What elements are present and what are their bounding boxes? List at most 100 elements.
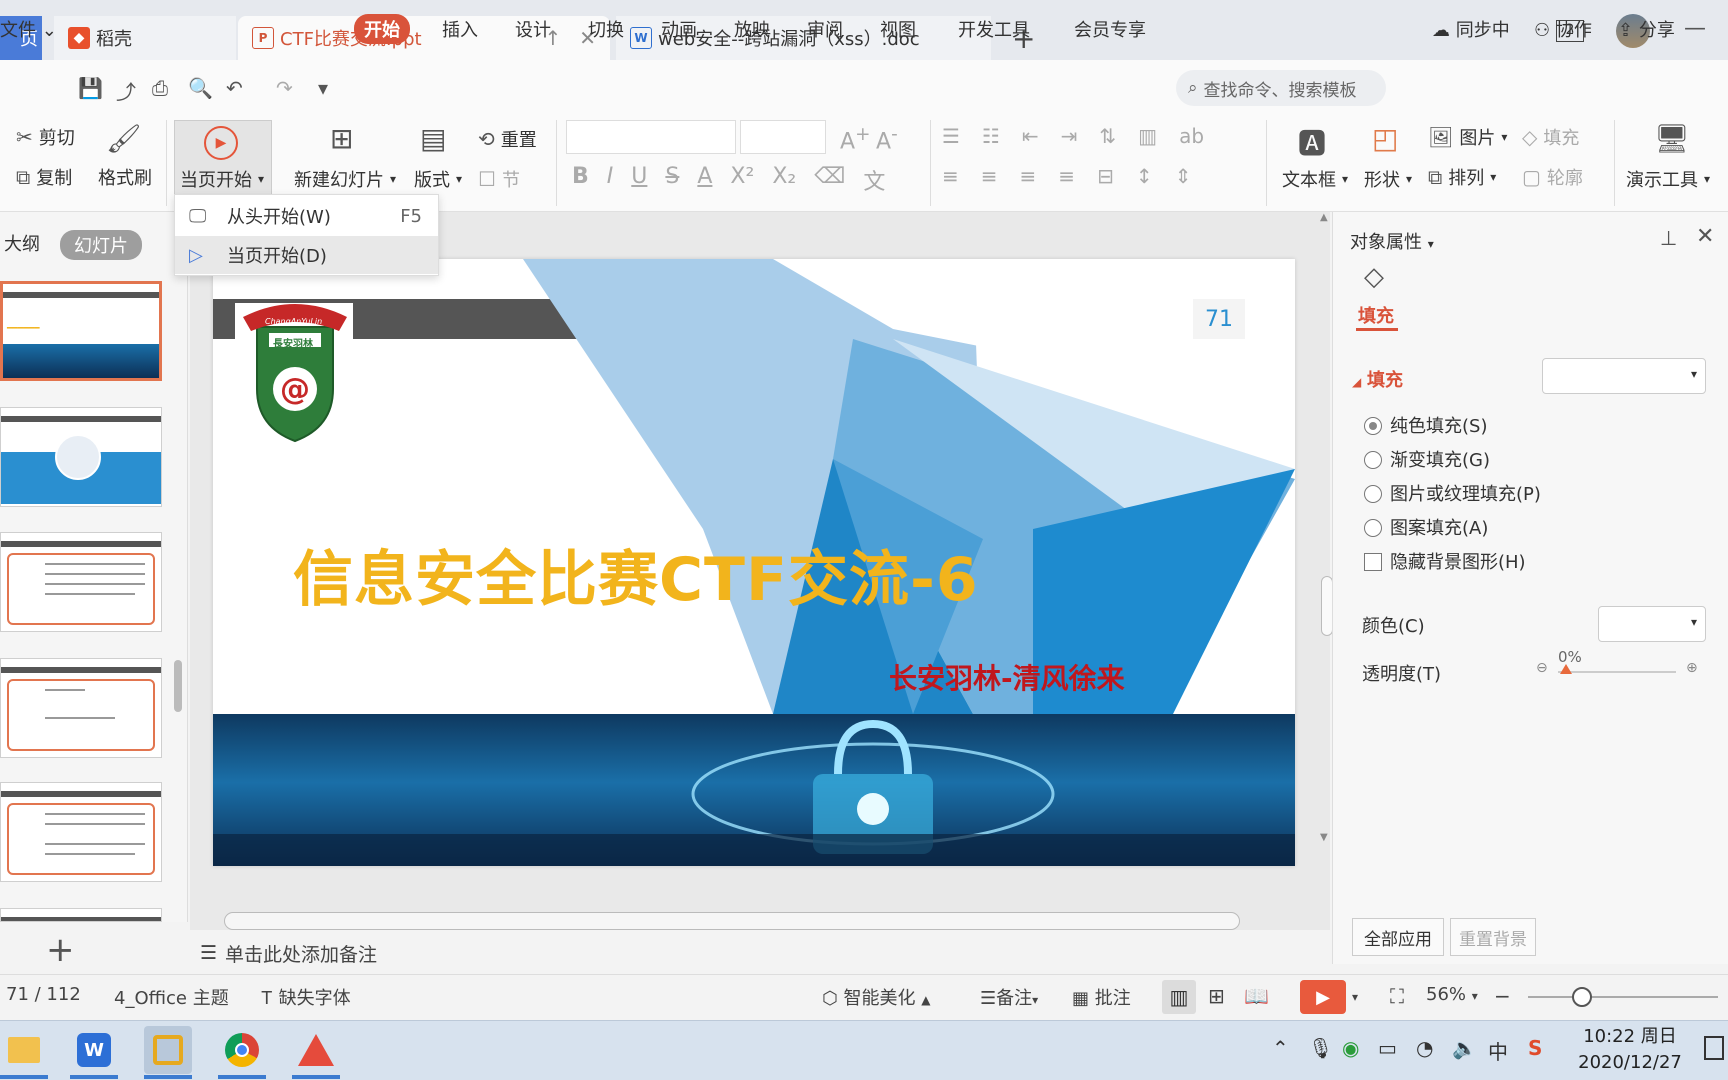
radio-pattern-fill[interactable]: 图案填充(A)	[1364, 514, 1488, 540]
notes-area[interactable]: ☰ 单击此处添加备注	[190, 936, 1330, 970]
increase-transparency-icon[interactable]: ⊕	[1686, 660, 1698, 676]
notification-icon[interactable]	[1704, 1036, 1724, 1060]
fill-section-header[interactable]: ◢ 填充	[1352, 366, 1403, 392]
sogou-icon[interactable]: S	[1528, 1036, 1542, 1060]
checkbox-hide-bg[interactable]: 隐藏背景图形(H)	[1364, 548, 1526, 574]
para-spacing-icon[interactable]: ⇕	[1175, 164, 1192, 188]
phonetic-icon[interactable]: 文	[863, 164, 885, 196]
font-name-combo[interactable]	[566, 120, 736, 154]
clear-format-icon[interactable]: ⌫	[814, 164, 845, 196]
arrange-button[interactable]: ⧉ 排列 ▾	[1428, 164, 1496, 190]
wps-writer-icon[interactable]: W	[70, 1026, 118, 1074]
increase-font-icon[interactable]: A+	[840, 124, 870, 154]
app-icon-triangle[interactable]	[292, 1026, 340, 1074]
horizontal-scrollbar[interactable]	[224, 912, 1240, 930]
bold-icon[interactable]: B	[572, 164, 589, 196]
cut-button[interactable]: ✂ 剪切	[16, 124, 75, 150]
print-icon[interactable]: ⎙	[152, 76, 168, 100]
redo-icon[interactable]: ↷	[276, 76, 293, 100]
panel-title[interactable]: 对象属性 ▾	[1350, 228, 1434, 254]
sync-status[interactable]: ☁ 同步中	[1432, 16, 1510, 42]
distribute-icon[interactable]: ⊟	[1097, 164, 1114, 188]
play-options-icon[interactable]: ▾	[1352, 990, 1358, 1004]
italic-icon[interactable]: I	[607, 164, 614, 196]
fill-button[interactable]: ◇ 填充	[1522, 124, 1579, 150]
slide-sorter-icon[interactable]: ⊞	[1208, 984, 1225, 1008]
slide-thumbnail[interactable]	[0, 407, 162, 507]
underline-icon[interactable]: U	[631, 164, 647, 196]
transparency-slider[interactable]	[1558, 671, 1676, 673]
layout-button[interactable]: 版式 ▾	[414, 166, 462, 192]
slide-thumbnail[interactable]	[0, 658, 162, 758]
reset-button[interactable]: ⟲ 重置	[478, 126, 537, 152]
justify-icon[interactable]: ≡	[1058, 164, 1075, 188]
numbering-icon[interactable]: ☷	[982, 124, 1000, 148]
tab-daoke[interactable]: ◆ 稻壳	[54, 16, 236, 60]
normal-view-icon[interactable]: ▥	[1162, 980, 1196, 1014]
radio-picture-fill[interactable]: 图片或纹理填充(P)	[1364, 480, 1541, 506]
save-icon[interactable]: 💾	[78, 76, 103, 100]
columns-icon[interactable]: ▥	[1138, 124, 1157, 148]
menu-transition[interactable]: 切换	[588, 16, 624, 42]
align-center-icon[interactable]: ≡	[981, 164, 998, 188]
microphone-icon[interactable]: 🎙	[1308, 1036, 1333, 1060]
pin-icon[interactable]: ⊥	[1660, 226, 1677, 250]
align-right-icon[interactable]: ≡	[1020, 164, 1037, 188]
radio-solid-fill[interactable]: 纯色填充(S)	[1364, 412, 1487, 438]
slide-thumbnail[interactable]	[0, 532, 162, 632]
slide-thumbnail[interactable]	[0, 908, 162, 922]
tray-green-icon[interactable]: ◉	[1342, 1036, 1359, 1060]
line-spacing-icon[interactable]: ↕	[1136, 164, 1153, 188]
reading-view-icon[interactable]: 📖	[1244, 984, 1269, 1008]
decrease-transparency-icon[interactable]: ⊖	[1536, 660, 1548, 676]
smart-beautify-button[interactable]: ⬡ 智能美化 ▲	[822, 984, 930, 1010]
section-button[interactable]: ☐ 节	[478, 166, 520, 192]
tab-outline[interactable]: 大纲	[4, 230, 40, 256]
scroll-up-icon[interactable]: ▲	[1320, 212, 1328, 223]
menu-developer[interactable]: 开发工具	[958, 16, 1030, 42]
menu-design[interactable]: 设计	[515, 16, 551, 42]
battery-icon[interactable]: ▭	[1378, 1036, 1397, 1060]
customize-qat-icon[interactable]: ▾	[318, 76, 328, 100]
slide-thumbnail[interactable]: ━━━━━━	[0, 281, 162, 381]
tab-ppt-file[interactable]: P CTF比赛交流.ppt ↑ ✕	[238, 16, 610, 60]
menu-item-from-current[interactable]: ▷ 当页开始(D)	[175, 236, 438, 274]
slide-title[interactable]: 信息安全比赛CTF交流-6	[293, 531, 979, 618]
superscript-icon[interactable]: X²	[730, 164, 754, 196]
sort-icon[interactable]: ⇅	[1099, 124, 1116, 148]
search-box[interactable]: ⌕ 查找命令、搜索模板	[1176, 70, 1386, 106]
ime-indicator[interactable]: 中	[1488, 1036, 1508, 1065]
shape-button[interactable]: 形状 ▾	[1364, 166, 1412, 192]
textbox-button[interactable]: 文本框 ▾	[1282, 166, 1348, 192]
menu-slideshow[interactable]: 放映	[734, 16, 770, 42]
share-button[interactable]: ⇪ 分享	[1618, 16, 1675, 42]
apply-all-button[interactable]: 全部应用	[1352, 918, 1444, 956]
picture-button[interactable]: 🖼 图片 ▾	[1428, 124, 1507, 150]
presenter-tools-button[interactable]: 演示工具 ▾	[1626, 166, 1710, 192]
color-picker[interactable]: ▾	[1598, 606, 1706, 642]
close-panel-icon[interactable]: ✕	[1696, 224, 1714, 249]
radio-gradient-fill[interactable]: 渐变填充(G)	[1364, 446, 1490, 472]
menu-member[interactable]: 会员专享	[1074, 16, 1146, 42]
strikethrough-icon[interactable]: S	[665, 164, 679, 196]
zoom-out-icon[interactable]: −	[1494, 984, 1511, 1008]
undo-icon[interactable]: ↶	[226, 76, 243, 100]
wifi-icon[interactable]: ◔	[1416, 1036, 1433, 1060]
slide-subtitle[interactable]: 长安羽林-清风徐来	[889, 657, 1125, 697]
slides-scrollbar[interactable]	[174, 660, 182, 712]
system-clock[interactable]: 10:22 周日 2020/12/27	[1570, 1024, 1690, 1076]
bullets-icon[interactable]: ☰	[942, 124, 960, 148]
collab-button[interactable]: ⚇ 协作	[1534, 16, 1592, 42]
reset-background-button[interactable]: 重置背景	[1450, 918, 1536, 956]
print-preview-icon[interactable]: 🔍	[188, 76, 213, 100]
menu-review[interactable]: 审阅	[807, 16, 843, 42]
fit-window-icon[interactable]: ⛶	[1390, 984, 1404, 1008]
add-slide-button[interactable]: +	[46, 930, 75, 970]
comments-button[interactable]: ▦ 批注	[1072, 984, 1131, 1010]
menu-view[interactable]: 视图	[880, 16, 916, 42]
tray-chevron-icon[interactable]: ⌃	[1272, 1036, 1289, 1060]
missing-font-button[interactable]: Ꭲ 缺失字体	[262, 984, 351, 1010]
minimize-icon[interactable]: —	[1684, 16, 1706, 41]
current-slide[interactable]: 71 @ ChangAnYuLin 長安羽林 信息安全比赛CTF交流-6 长安羽…	[213, 259, 1295, 866]
menu-item-from-start[interactable]: 🖵 从头开始(W) F5	[175, 197, 438, 235]
